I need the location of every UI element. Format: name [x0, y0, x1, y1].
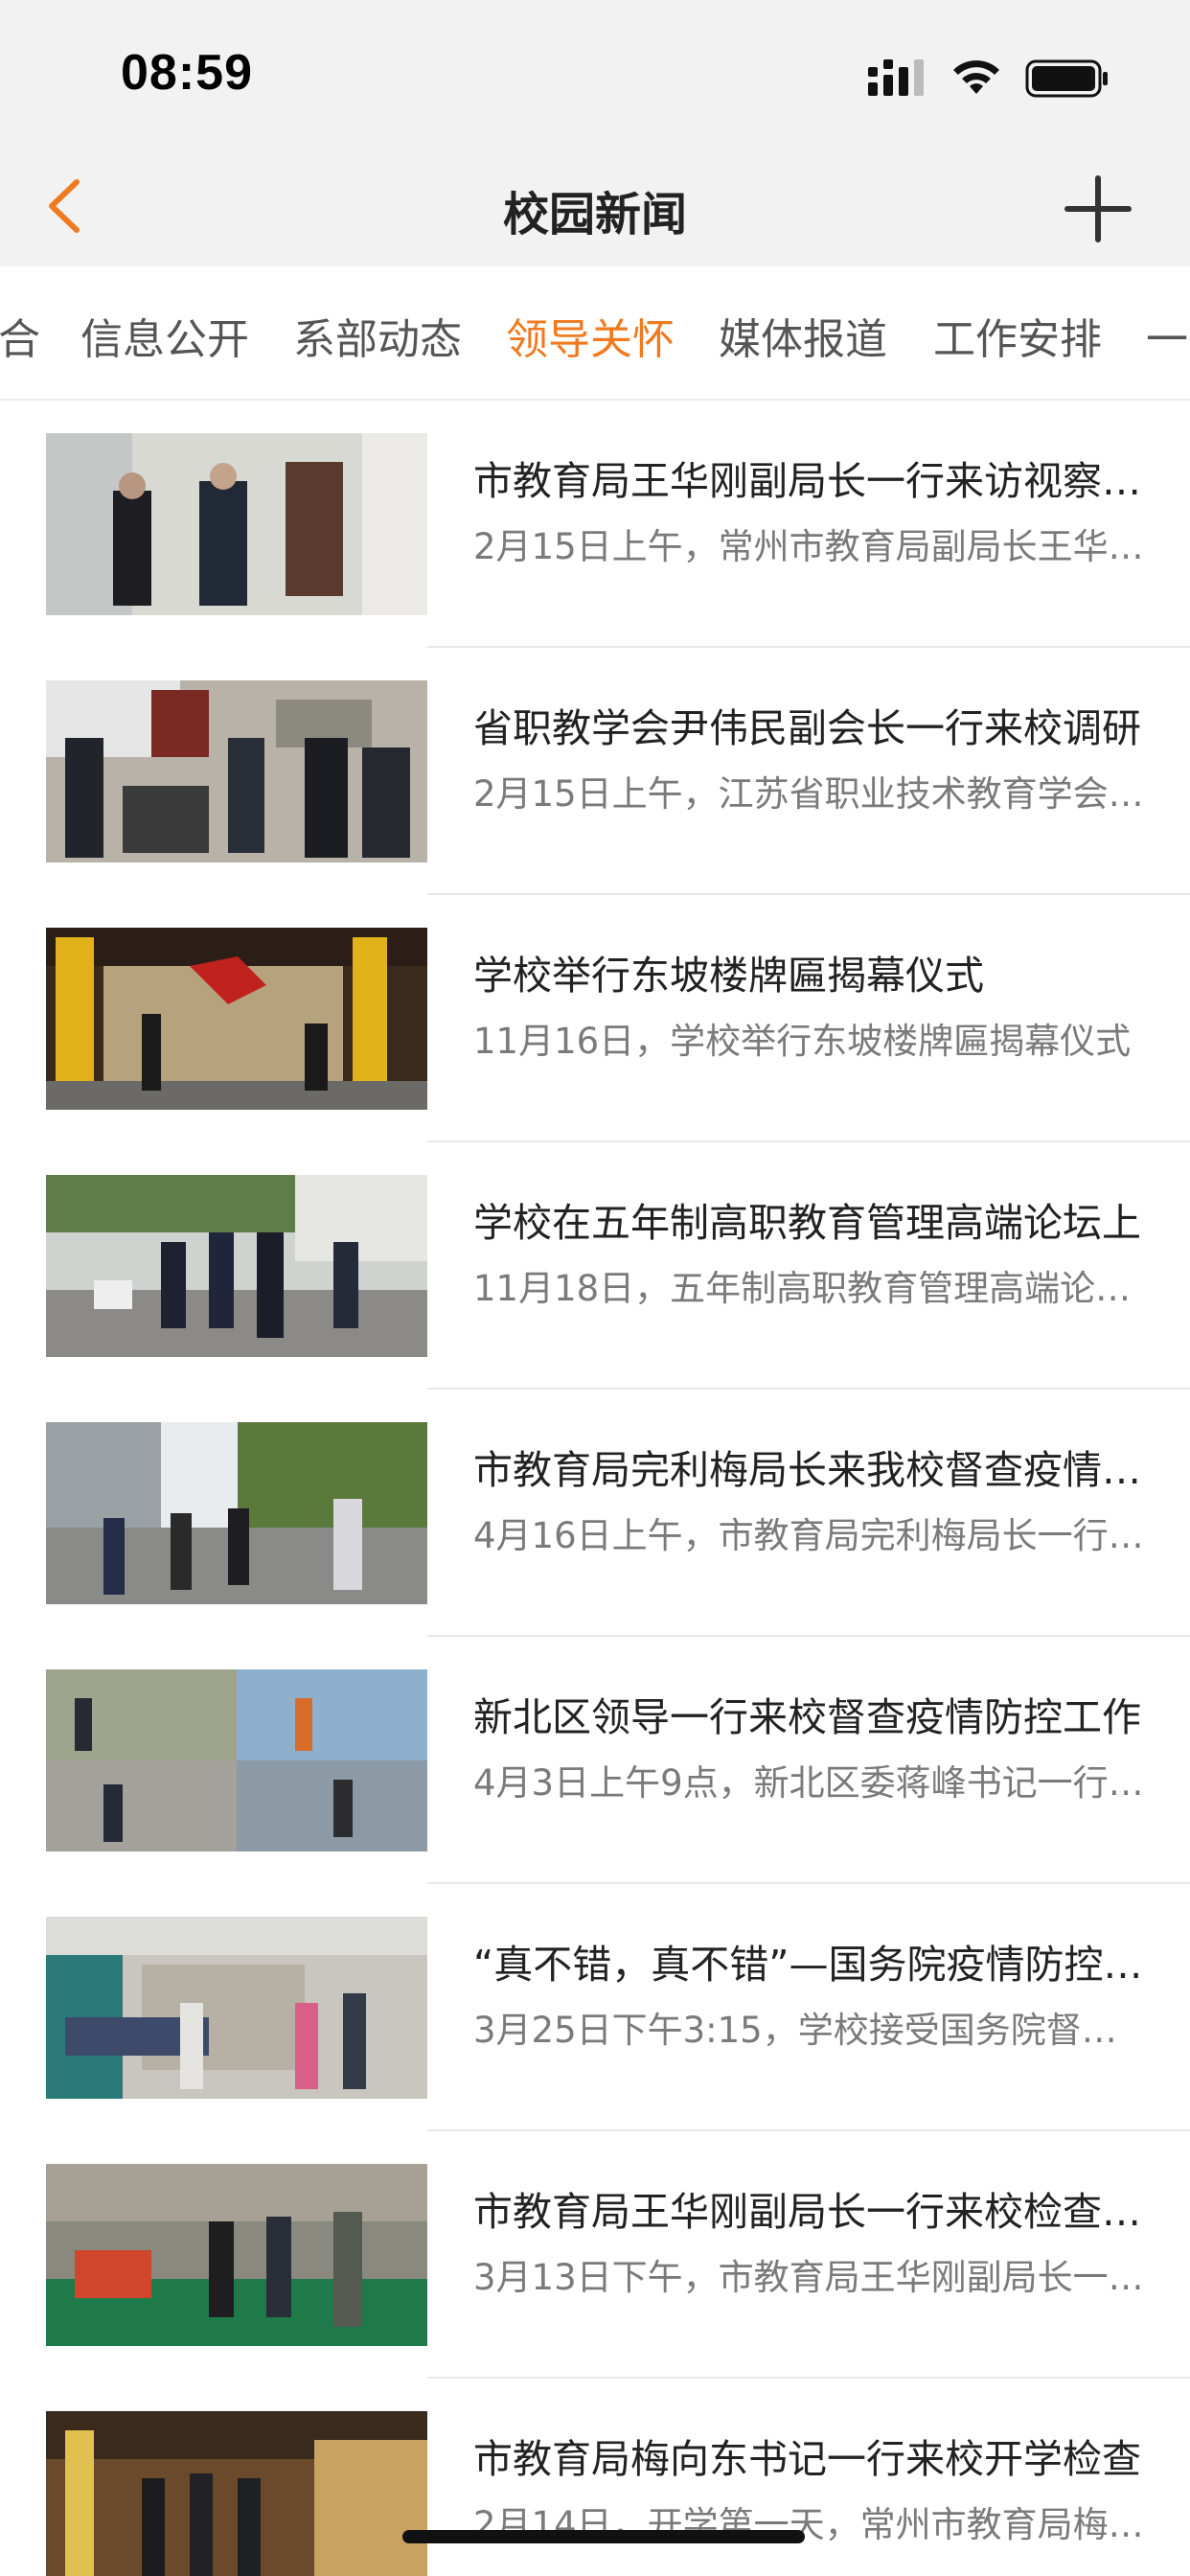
news-thumbnail [46, 433, 427, 615]
tab-info-public[interactable]: 信息公开 [80, 305, 249, 366]
news-summary: 2月15日上午，江苏省职业技术教育学会副会长尹伟民 [473, 773, 1144, 815]
news-thumbnail [46, 1917, 427, 2099]
status-time: 08:59 [121, 45, 253, 101]
cellular-signal-icon [868, 59, 924, 96]
news-thumbnail [46, 680, 427, 862]
tab-work-schedule[interactable]: 工作安排 [933, 305, 1102, 366]
page-title: 校园新闻 [502, 188, 687, 242]
news-summary: 4月16日上午，市教育局完利梅局长一行来校 [473, 1515, 1144, 1556]
battery-icon [1025, 59, 1108, 98]
news-item[interactable]: 市教育局王华刚副局长一行来校检查工作 3月13日下午，市教育局王华刚副局长一行来… [0, 2131, 1190, 2379]
news-item[interactable]: “真不错，真不错”—国务院疫情防控督查 3月25日下午3:15，学校接受国务院督… [0, 1884, 1190, 2131]
news-thumbnail [46, 928, 427, 1110]
news-summary: 4月3日上午9点，新北区委蒋峰书记一行来校 [473, 1762, 1144, 1804]
wifi-icon [953, 60, 999, 94]
news-title: 学校举行东坡楼牌匾揭幕仪式 [473, 953, 984, 999]
news-title: 学校在五年制高职教育管理高端论坛上 [473, 1200, 1141, 1246]
tab-leadership-care[interactable]: 领导关怀 [506, 305, 675, 366]
news-item[interactable]: 市教育局王华刚副局长一行来访视察工作 2月15日上午，常州市教育局副局长王华刚一… [0, 401, 1190, 648]
news-thumbnail [46, 1175, 427, 1357]
news-title: 市教育局王华刚副局长一行来访视察工作 [473, 458, 1144, 504]
news-summary: 11月18日，五年制高职教育管理高端论坛举行 [473, 1268, 1144, 1309]
news-item[interactable]: 市教育局完利梅局长来我校督查疫情防控 4月16日上午，市教育局完利梅局长一行来校 [0, 1390, 1190, 1637]
news-item[interactable]: 市教育局梅向东书记一行来校开学检查 2月14日，开学第一天，常州市教育局梅向东书… [0, 2379, 1190, 2576]
news-item[interactable]: 学校在五年制高职教育管理高端论坛上 11月18日，五年制高职教育管理高端论坛举行 [0, 1142, 1190, 1390]
news-title: 市教育局完利梅局长来我校督查疫情防控 [473, 1447, 1144, 1493]
news-item[interactable]: 省职教学会尹伟民副会长一行来校调研 2月15日上午，江苏省职业技术教育学会副会长… [0, 648, 1190, 895]
news-thumbnail [46, 2411, 427, 2576]
news-item[interactable]: 新北区领导一行来校督查疫情防控工作 4月3日上午9点，新北区委蒋峰书记一行来校 [0, 1637, 1190, 1884]
plus-icon[interactable] [1062, 172, 1134, 245]
news-thumbnail [46, 2164, 427, 2346]
news-thumbnail [46, 1422, 427, 1604]
news-title: “真不错，真不错”—国务院疫情防控督查 [473, 1942, 1144, 1988]
home-indicator [402, 2530, 805, 2543]
news-summary: 3月13日下午，市教育局王华刚副局长一行来校 [473, 2257, 1144, 2298]
news-title: 市教育局王华刚副局长一行来校检查工作 [473, 2189, 1144, 2235]
news-summary: 11月16日，学校举行东坡楼牌匾揭幕仪式 [473, 1021, 1132, 1062]
tab-partial-right[interactable]: 一 [1146, 305, 1188, 366]
news-summary: 2月15日上午，常州市教育局副局长王华刚一行来校 [473, 526, 1144, 567]
news-title: 省职教学会尹伟民副会长一行来校调研 [473, 705, 1141, 751]
nav-bar: 校园新闻 [0, 144, 1190, 266]
status-bar: 08:59 [0, 0, 1190, 144]
category-tab-bar: 合 信息公开 系部动态 领导关怀 媒体报道 工作安排 一 [0, 266, 1190, 401]
tab-partial-left[interactable]: 合 [0, 305, 40, 366]
tab-media-reports[interactable]: 媒体报道 [719, 305, 887, 366]
news-summary: 3月25日下午3:15，学校接受国务院督查组检查 [473, 2010, 1144, 2051]
tab-department-news[interactable]: 系部动态 [293, 305, 462, 366]
news-title: 市教育局梅向东书记一行来校开学检查 [473, 2436, 1141, 2482]
news-item[interactable]: 学校举行东坡楼牌匾揭幕仪式 11月16日，学校举行东坡楼牌匾揭幕仪式 [0, 895, 1190, 1142]
news-title: 新北区领导一行来校督查疫情防控工作 [473, 1694, 1141, 1740]
news-thumbnail [46, 1669, 427, 1852]
